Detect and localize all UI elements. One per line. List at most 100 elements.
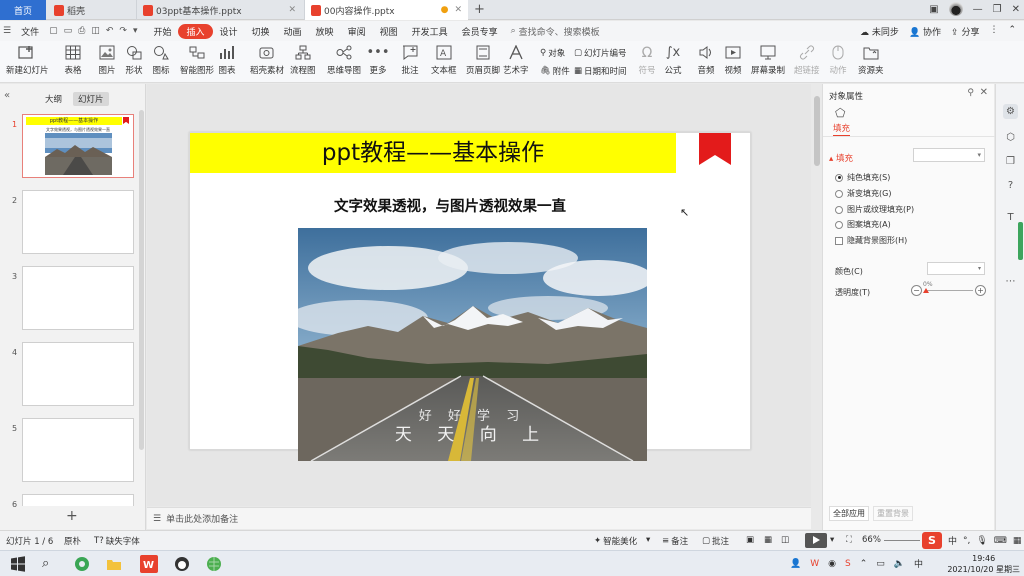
search-icon[interactable]: ⌕: [42, 556, 58, 572]
chart-button[interactable]: 图表: [218, 44, 236, 76]
fill-type-dropdown[interactable]: ▾: [913, 148, 985, 162]
help-icon[interactable]: ?: [1003, 178, 1018, 193]
ime-mode[interactable]: 中: [948, 534, 957, 547]
collapse-panel-icon[interactable]: «: [4, 90, 10, 101]
slide-thumbnail-1[interactable]: ppt教程——基本操作 文字效果透视，与图片透视效果一直: [22, 114, 134, 178]
hyperlink-button[interactable]: 超链接: [794, 44, 820, 76]
sogou-ime-icon[interactable]: S: [922, 532, 942, 549]
slide-thumbnail-2[interactable]: [22, 190, 134, 254]
slide-thumbnail-3[interactable]: [22, 266, 134, 330]
transparency-increase-button[interactable]: +: [975, 285, 986, 296]
comments-toggle-button[interactable]: ▢ 批注: [702, 535, 729, 547]
network-icon[interactable]: ▭: [876, 559, 885, 569]
pane-title[interactable]: 对象属性: [829, 90, 863, 102]
formula-button[interactable]: ∫x 公式: [664, 44, 682, 76]
attachment-button[interactable]: 🖇 附件: [540, 65, 570, 77]
audio-button[interactable]: 音频: [697, 44, 715, 76]
header-footer-button[interactable]: 页眉页脚: [466, 44, 500, 76]
more-tools-icon[interactable]: ⋯: [1003, 274, 1018, 289]
folder-icon[interactable]: ▭: [61, 26, 76, 36]
slide-scrollbar[interactable]: [812, 90, 822, 500]
slide-thumbnail-5[interactable]: [22, 418, 134, 482]
save-icon[interactable]: ▢: [46, 26, 61, 36]
window-layout-icon[interactable]: ▣: [929, 4, 938, 15]
new-slide-button[interactable]: 新建幻灯片: [6, 44, 49, 76]
redo-icon[interactable]: ↷: [116, 26, 130, 36]
preview-icon[interactable]: ◫: [88, 26, 103, 36]
zoom-level[interactable]: 66%: [862, 535, 881, 545]
reading-view-icon[interactable]: ◫: [781, 535, 789, 545]
globe-browser-icon[interactable]: [206, 556, 222, 572]
transparency-slider-handle[interactable]: [923, 288, 929, 293]
tray-app-icon[interactable]: ◉: [828, 559, 836, 569]
more-button[interactable]: ••• 更多: [367, 44, 390, 76]
share-button[interactable]: ⇪ 分享: [951, 25, 979, 38]
resources-button[interactable]: 资源夹: [858, 44, 884, 76]
flowchart-button[interactable]: 流程图: [290, 44, 316, 76]
tray-sogou-icon[interactable]: S: [845, 559, 851, 569]
close-tab-icon[interactable]: ✕: [454, 5, 462, 15]
notes-bar[interactable]: ☰ 单击此处添加备注: [147, 507, 811, 529]
zoom-slider[interactable]: [884, 540, 920, 541]
fill-section-header[interactable]: ▴ 填充: [829, 152, 853, 164]
mindmap-button[interactable]: 思维导图: [327, 44, 361, 76]
menu-review[interactable]: 审阅: [341, 25, 373, 38]
minimize-icon[interactable]: —: [973, 4, 983, 15]
text-icon[interactable]: T: [1003, 210, 1018, 225]
fill-bucket-icon[interactable]: ⬠: [835, 106, 845, 120]
slide-subtitle[interactable]: 文字效果透视，与图片透视效果一直: [190, 195, 710, 216]
slide-title[interactable]: ppt教程——基本操作: [190, 133, 676, 173]
print-icon[interactable]: ⎙: [75, 26, 88, 36]
fit-window-icon[interactable]: ⛶: [846, 535, 852, 545]
scrollbar-thumb[interactable]: [814, 96, 820, 166]
menu-file[interactable]: 文件: [14, 25, 46, 38]
tab-docer[interactable]: 稻壳: [48, 0, 134, 20]
action-button[interactable]: 动作: [829, 44, 847, 76]
ime-grid-icon[interactable]: ▦: [1013, 536, 1022, 546]
video-button[interactable]: 视频: [724, 44, 742, 76]
slide-thumbnail-4[interactable]: [22, 342, 134, 406]
screen-record-button[interactable]: 屏幕录制: [751, 44, 785, 76]
docer-material-button[interactable]: 稻壳素材: [250, 44, 284, 76]
radio-picture-fill[interactable]: 图片或纹理填充(P): [835, 204, 914, 215]
shape-style-icon[interactable]: ⬡: [1003, 130, 1018, 145]
slide-photo[interactable]: 好 好 学 习 天 天 向 上: [298, 228, 647, 461]
object-button[interactable]: ⚲ 对象: [540, 47, 565, 59]
properties-icon[interactable]: ⚙: [1003, 104, 1018, 119]
bookmark-icon[interactable]: [698, 133, 732, 165]
hide-background-checkbox[interactable]: 隐藏背景图形(H): [835, 235, 907, 246]
missing-font-button[interactable]: T? 缺失字体: [94, 535, 140, 547]
windows-start-icon[interactable]: [10, 556, 26, 572]
hamburger-icon[interactable]: ☰: [0, 26, 14, 36]
theme-name[interactable]: 原朴: [64, 535, 81, 547]
comment-button[interactable]: 批注: [401, 44, 419, 76]
collab-button[interactable]: 👤 协作: [909, 25, 941, 38]
tab-fill[interactable]: 填充: [833, 122, 851, 136]
slide-thumbnail-6[interactable]: [22, 494, 134, 506]
symbol-button[interactable]: Ω 符号: [638, 44, 656, 77]
transparency-decrease-button[interactable]: −: [911, 285, 922, 296]
thumbnail-scrollbar[interactable]: [139, 110, 144, 450]
clock[interactable]: 19:46 2021/10/20 星期三: [947, 553, 1020, 575]
menu-transition[interactable]: 切换: [245, 25, 277, 38]
close-tab-icon[interactable]: ✕: [288, 5, 296, 15]
more-options-icon[interactable]: ⋮: [989, 25, 998, 38]
volume-icon[interactable]: 🔈: [894, 559, 905, 569]
restore-icon[interactable]: ❐: [993, 4, 1002, 15]
file-explorer-icon[interactable]: [106, 556, 122, 572]
notes-toggle-button[interactable]: ≡ 备注: [662, 535, 688, 547]
new-tab-plus-icon[interactable]: +: [474, 2, 485, 17]
close-pane-icon[interactable]: ✕: [980, 87, 988, 98]
color-picker[interactable]: ▾: [927, 262, 985, 275]
copy-icon[interactable]: ❐: [1003, 154, 1018, 169]
menu-developer[interactable]: 开发工具: [405, 25, 455, 38]
play-slideshow-button[interactable]: [805, 533, 827, 548]
shape-button[interactable]: 形状: [125, 44, 143, 76]
tab-home[interactable]: 首页: [0, 0, 46, 20]
transparency-slider[interactable]: [925, 290, 973, 291]
add-slide-button[interactable]: +: [66, 508, 78, 524]
menu-design[interactable]: 设计: [213, 25, 245, 38]
close-window-icon[interactable]: ✕: [1012, 4, 1020, 15]
collapse-ribbon-icon[interactable]: ⌃: [1008, 25, 1016, 38]
side-scroll-indicator[interactable]: [1018, 222, 1023, 260]
